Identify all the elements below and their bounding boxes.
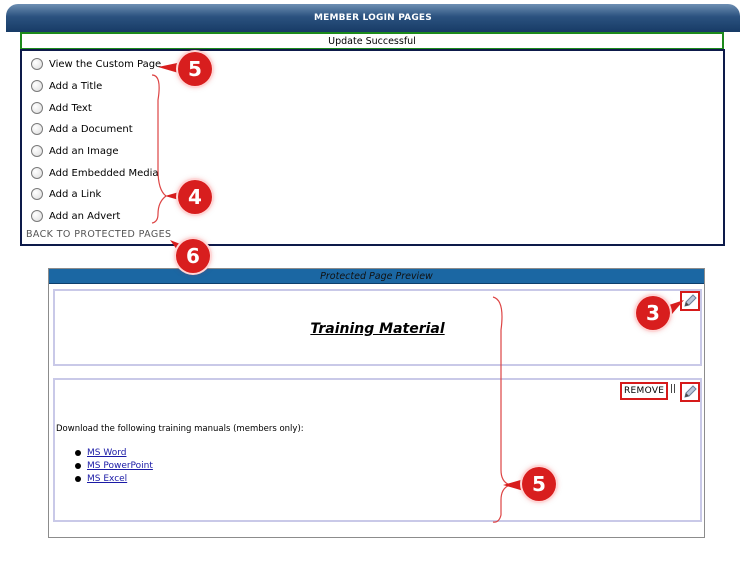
callout-marker: 4 (178, 180, 212, 214)
callout-marker: 5 (178, 52, 212, 86)
annotation-overlay (151, 62, 684, 523)
callout-marker: 5 (522, 467, 556, 501)
callout-marker: 6 (176, 239, 210, 273)
callout-marker: 3 (636, 296, 670, 330)
brace-callout-5 (492, 296, 512, 523)
brace-callout-4 (151, 74, 167, 224)
pointer-callout-5b (503, 479, 524, 491)
